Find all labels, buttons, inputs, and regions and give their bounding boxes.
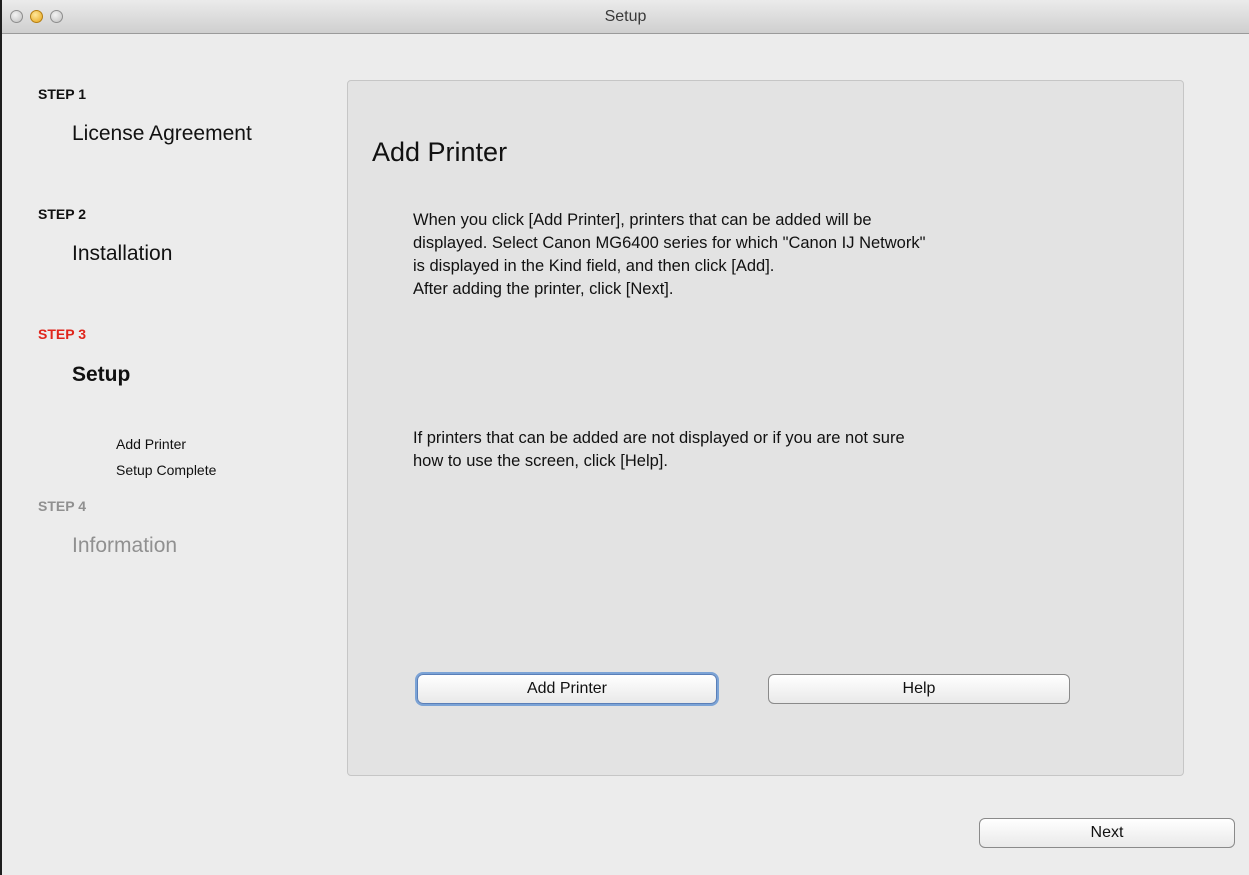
step-3-label: STEP 3 — [38, 326, 86, 342]
instructions-line: is displayed in the Kind field, and then… — [413, 257, 775, 275]
next-button[interactable]: Next — [979, 818, 1235, 848]
step-4-label: STEP 4 — [38, 498, 86, 514]
substep-add-printer: Add Printer — [116, 436, 187, 452]
step-4-title: Information — [72, 534, 178, 557]
step-1-title: License Agreement — [72, 122, 252, 145]
step-2-label: STEP 2 — [38, 206, 86, 222]
title-bar: Setup — [2, 0, 1249, 34]
steps-sidebar: STEP 1 License Agreement STEP 2 Installa… — [2, 34, 342, 734]
step-3-title: Setup — [72, 363, 131, 386]
step-2-title: Installation — [72, 242, 173, 265]
help-line: If printers that can be added are not di… — [413, 429, 905, 447]
instructions-line: displayed. Select Canon MG6400 series fo… — [413, 234, 926, 252]
add-printer-button[interactable]: Add Printer — [417, 674, 717, 704]
help-paragraph: If printers that can be added are not di… — [413, 427, 1143, 473]
help-button[interactable]: Help — [768, 674, 1070, 704]
step-1-label: STEP 1 — [38, 86, 86, 102]
content-panel: Add Printer When you click [Add Printer]… — [347, 80, 1184, 776]
instructions-paragraph: When you click [Add Printer], printers t… — [413, 209, 1143, 301]
window-title: Setup — [604, 8, 647, 25]
page-heading: Add Printer — [372, 137, 508, 167]
setup-window: Setup STEP 1 License Agreement STEP 2 In… — [0, 0, 1249, 875]
instructions-line: When you click [Add Printer], printers t… — [413, 211, 872, 229]
substep-setup-complete: Setup Complete — [116, 462, 217, 478]
instructions-line: After adding the printer, click [Next]. — [413, 280, 674, 298]
help-line: how to use the screen, click [Help]. — [413, 452, 668, 470]
